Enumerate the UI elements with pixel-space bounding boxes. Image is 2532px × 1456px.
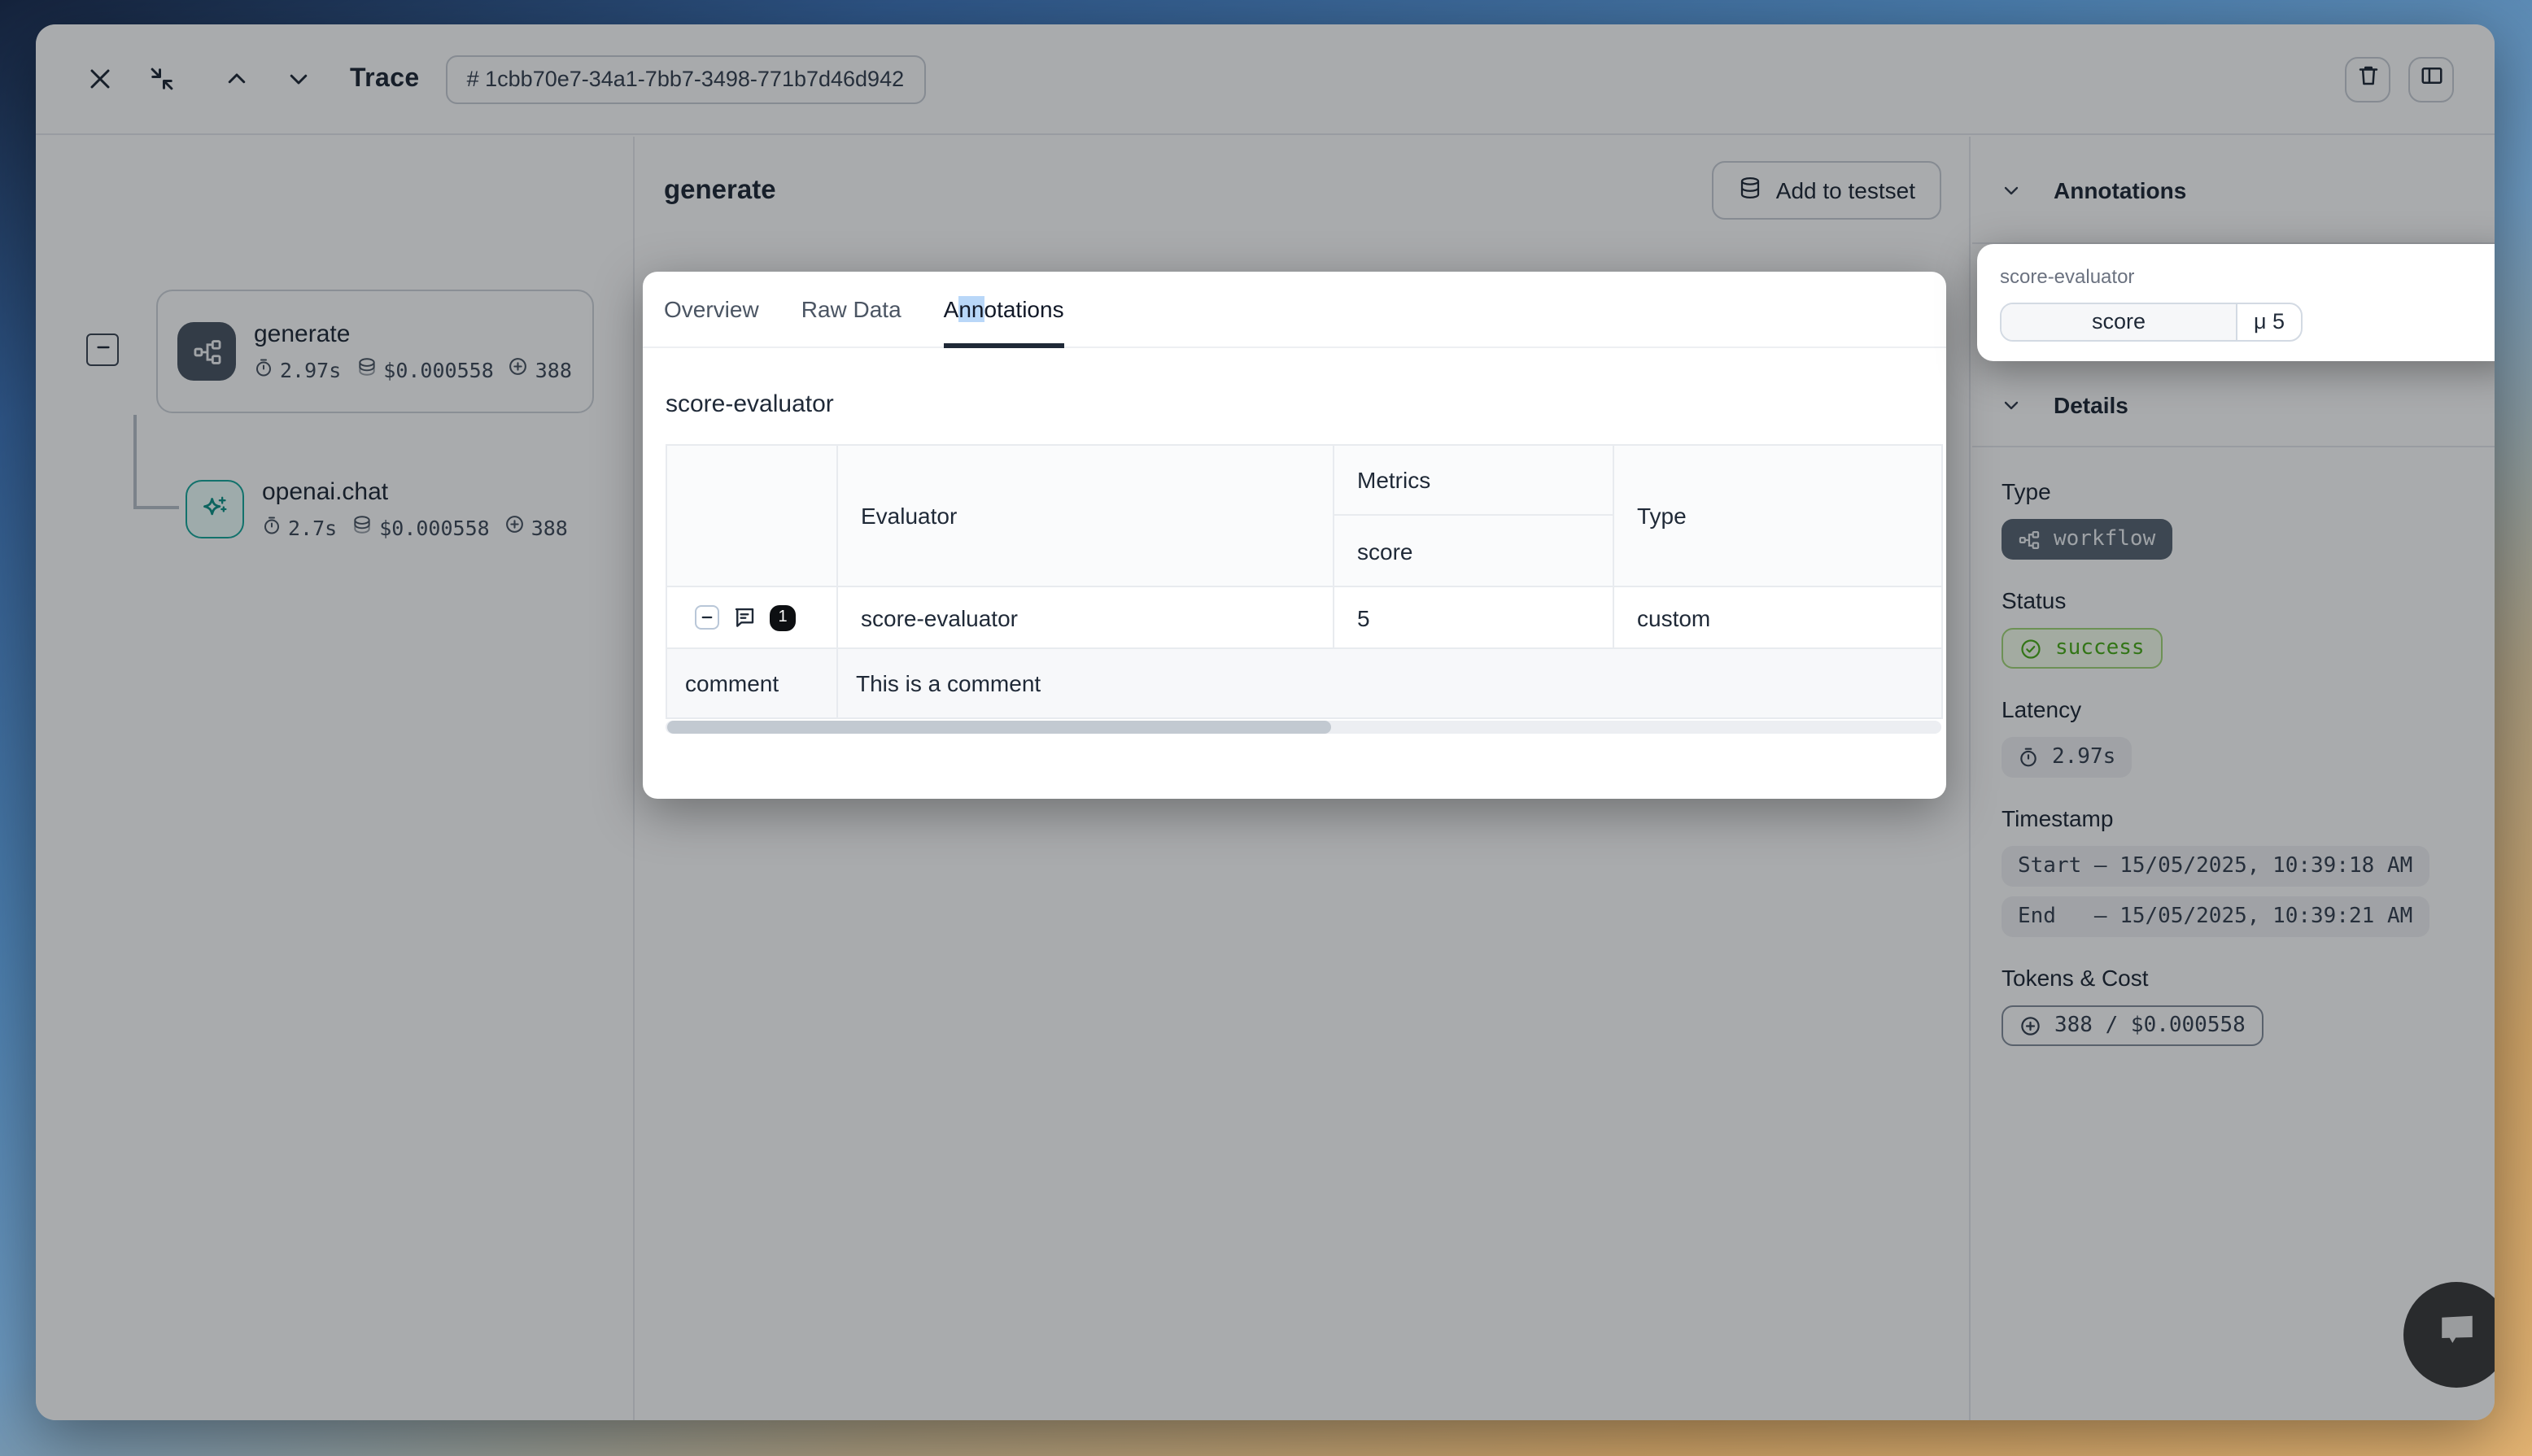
comment-value: This is a comment — [837, 648, 1942, 718]
metric-pill[interactable]: score μ 5 — [2000, 302, 2303, 341]
comment-count-badge[interactable]: 1 — [770, 604, 796, 630]
page-background: Trace # 1cbb70e7-34a1-7bb7-3498-771b7d46… — [0, 0, 2532, 1456]
comment-icon[interactable] — [732, 605, 757, 630]
metric-name[interactable]: score — [2002, 303, 2237, 339]
row-checkbox-indeterminate[interactable] — [695, 605, 719, 630]
header-evaluator: Evaluator — [837, 445, 1334, 586]
header-metrics: Metrics — [1334, 445, 1613, 515]
table-row[interactable]: 1 score-evaluator 5 custom — [666, 586, 1942, 648]
tab-overview[interactable]: Overview — [664, 272, 759, 347]
metric-value[interactable]: μ 5 — [2237, 303, 2301, 339]
annotation-card[interactable]: score-evaluator score μ 5 — [1977, 243, 2495, 360]
tab-raw-data[interactable]: Raw Data — [801, 272, 901, 347]
tab-annotations[interactable]: Annotations — [944, 272, 1064, 347]
horizontal-scrollbar[interactable] — [666, 721, 1941, 734]
tab-bar: Overview Raw Data Annotations — [643, 272, 1946, 348]
cell-evaluator: score-evaluator — [837, 586, 1334, 648]
cell-score: 5 — [1334, 586, 1613, 648]
header-metric-score: score — [1334, 515, 1613, 586]
cell-type: custom — [1613, 586, 1942, 648]
comment-key: comment — [666, 648, 837, 718]
text-selection: nn — [958, 296, 984, 322]
header-type: Type — [1613, 445, 1942, 586]
scrollbar-thumb[interactable] — [667, 721, 1331, 734]
annotations-tab-panel: Overview Raw Data Annotations score-eval… — [643, 272, 1946, 799]
header-select-col — [666, 445, 837, 586]
annotations-table: Evaluator Metrics Type score — [666, 444, 1943, 719]
annotation-evaluator-label: score-evaluator — [2000, 264, 2495, 287]
trace-drawer: Trace # 1cbb70e7-34a1-7bb7-3498-771b7d46… — [36, 24, 2495, 1420]
comment-row: comment This is a comment — [666, 648, 1942, 718]
evaluator-section-title: score-evaluator — [666, 390, 1923, 418]
